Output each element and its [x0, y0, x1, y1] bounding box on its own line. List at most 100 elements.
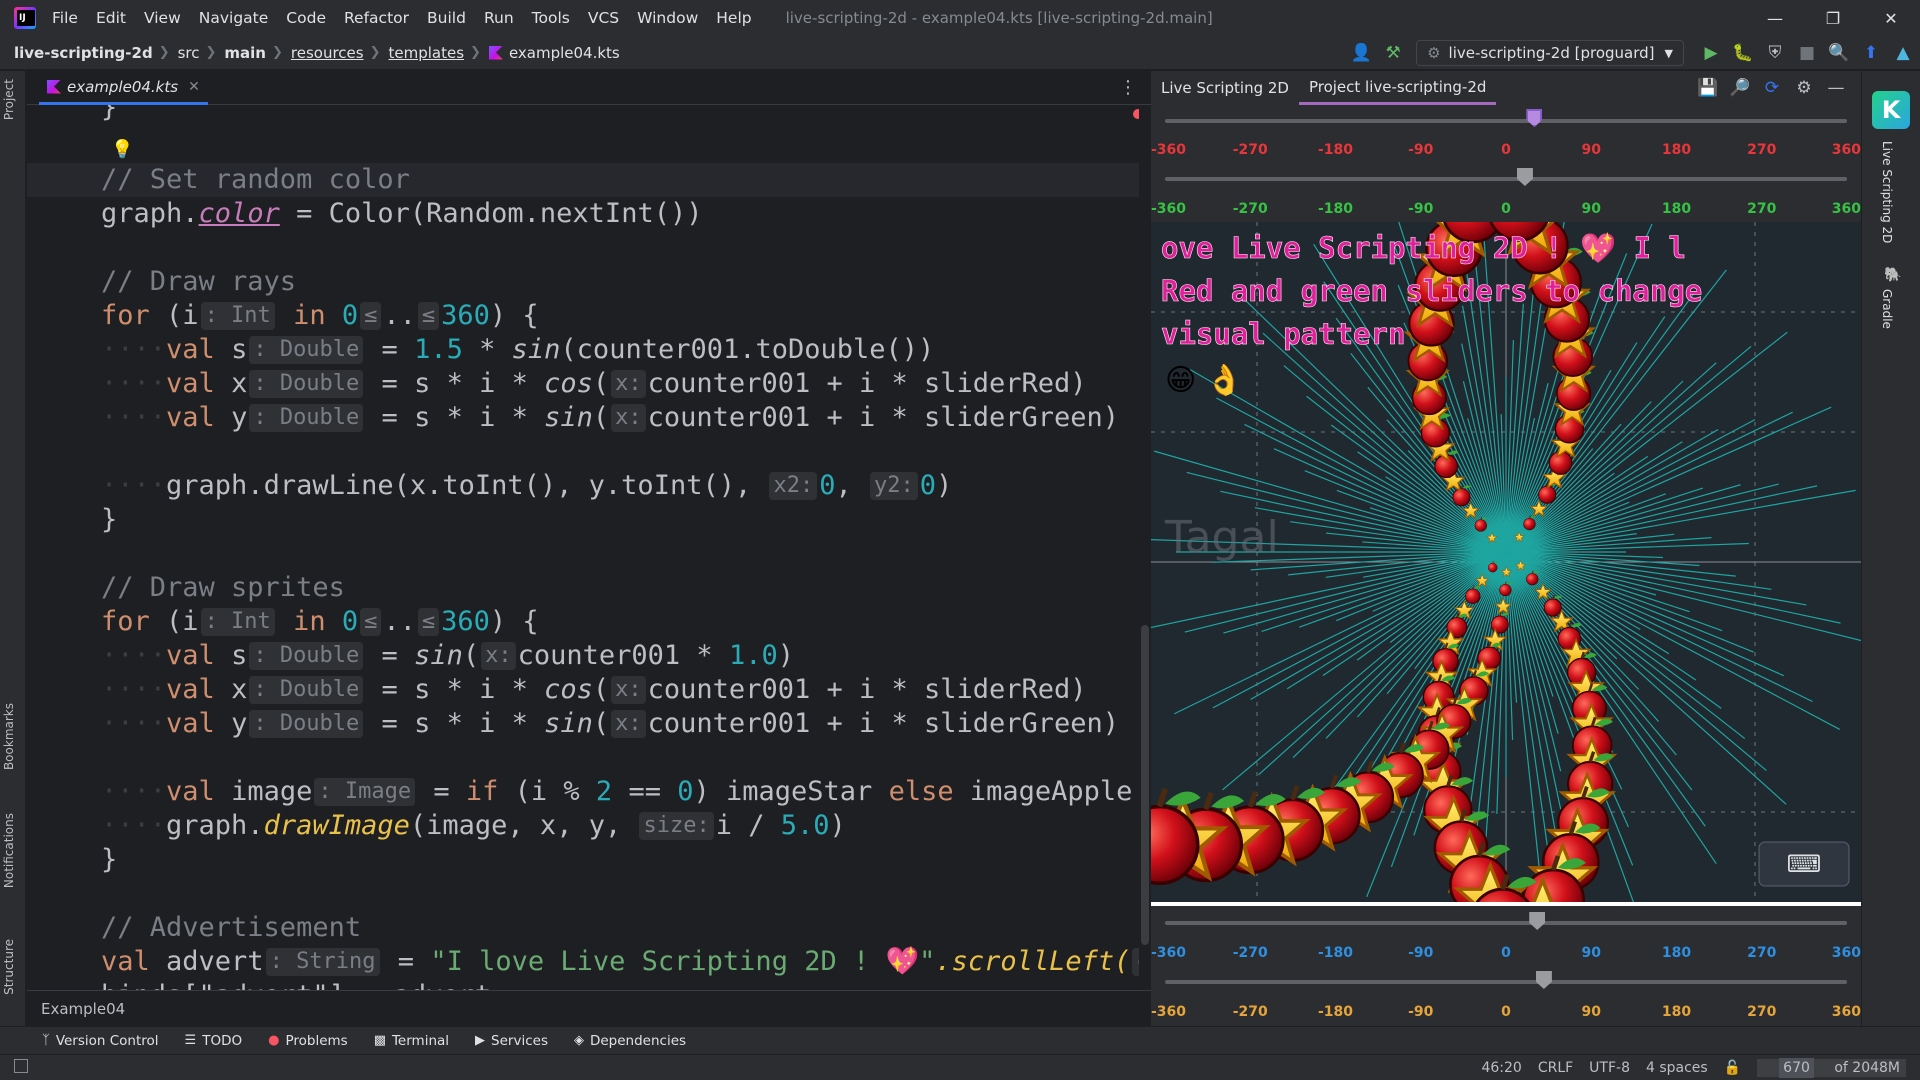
crumb-file[interactable]: example04.kts: [488, 43, 620, 62]
hide-panel-icon[interactable]: —: [1821, 73, 1851, 103]
menu-code[interactable]: Code: [286, 9, 326, 27]
toggle-tool-windows-icon[interactable]: [14, 1059, 28, 1073]
tab-project-live-scripting-2d[interactable]: Project live-scripting-2d: [1298, 71, 1497, 105]
memory-indicator[interactable]: 670 of 2048M: [1757, 1058, 1906, 1078]
run-config-icon: ⚙: [1427, 44, 1441, 62]
debug-icon[interactable]: 🐛: [1728, 38, 1758, 68]
marquee-line-1: ove Live Scripting 2D ! 💖 I l: [1161, 231, 1686, 265]
crumb-src[interactable]: src: [178, 44, 200, 62]
menu-window[interactable]: Window: [637, 9, 698, 27]
slider-bottom-1[interactable]: [1165, 921, 1847, 925]
slider-bottom-2-thumb[interactable]: [1535, 971, 1552, 989]
search-icon[interactable]: 🔍: [1824, 38, 1854, 68]
intellij-logo-icon[interactable]: [14, 7, 36, 29]
close-tab-icon[interactable]: ✕: [188, 79, 200, 95]
menu-help[interactable]: Help: [716, 9, 751, 27]
editor-scrollbar[interactable]: [1139, 105, 1151, 990]
slider-top-1-thumb[interactable]: [1526, 109, 1543, 127]
crumb-resources[interactable]: resources: [291, 44, 364, 62]
build-hammer-icon[interactable]: ⚒: [1378, 38, 1408, 68]
slider-bottom-2[interactable]: [1165, 980, 1847, 984]
menu-navigate[interactable]: Navigate: [199, 9, 269, 27]
scale-tick-label: 90: [1581, 201, 1601, 217]
code-line: ····graph.drawImage(image, x, y, size: i …: [101, 810, 846, 841]
code-line: ····val x: Double = s * i * cos(x: counte…: [101, 674, 1087, 705]
dependencies-button[interactable]: ◈ Dependencies: [574, 1033, 686, 1049]
editor-breadcrumb[interactable]: Example04: [27, 990, 1151, 1026]
lightbulb-icon[interactable]: 💡: [111, 139, 133, 160]
kotlin-script-icon: [488, 45, 503, 60]
slider-top-2-thumb[interactable]: [1516, 168, 1533, 186]
scale-tick-label: -360: [1151, 945, 1187, 961]
restore-icon[interactable]: ❐: [1804, 0, 1862, 36]
live-scripting-tool-button[interactable]: Live Scripting 2D: [1880, 141, 1894, 243]
todo-button[interactable]: ☰ TODO: [185, 1033, 243, 1049]
coverage-icon[interactable]: ⛨: [1760, 38, 1790, 68]
line-separator[interactable]: CRLF: [1538, 1060, 1573, 1076]
lock-icon[interactable]: 🔓: [1724, 1060, 1741, 1076]
render-canvas[interactable]: Tagal ove Live Scripting 2D ! 💖 I l Red …: [1151, 222, 1861, 902]
project-tool-button[interactable]: Project: [2, 79, 16, 120]
tab-live-scripting-2d[interactable]: Live Scripting 2D: [1151, 71, 1299, 105]
close-icon[interactable]: ✕: [1862, 0, 1920, 36]
terminal-label: Terminal: [391, 1032, 450, 1049]
scale-green-top: -360 -270 -180 -90 0 90 180 270 360: [1151, 201, 1861, 221]
menu-edit[interactable]: Edit: [96, 9, 126, 27]
scale-tick-label: 360: [1831, 1004, 1861, 1020]
run-icon[interactable]: ▶: [1696, 38, 1726, 68]
menu-file[interactable]: File: [52, 9, 78, 27]
caret-position[interactable]: 46:20: [1481, 1060, 1521, 1076]
crumb-file-label: example04.kts: [508, 43, 620, 62]
slider-top-1[interactable]: [1165, 119, 1847, 123]
problems-button[interactable]: ● Problems: [268, 1033, 348, 1049]
bookmarks-tool-button[interactable]: Bookmarks: [2, 703, 16, 770]
scale-tick-label: -270: [1232, 201, 1268, 217]
scale-tick-label: -360: [1151, 142, 1187, 158]
slider-top-2[interactable]: [1165, 177, 1847, 181]
minimize-icon[interactable]: —: [1746, 0, 1804, 36]
crumb-main[interactable]: main: [224, 44, 266, 62]
settings-gear-icon[interactable]: ⚙: [1789, 73, 1819, 103]
navigation-bar: live-scripting-2d ❯ src ❯ main ❯ resources ❯…: [0, 36, 1920, 70]
crumb-project[interactable]: live-scripting-2d: [14, 44, 153, 62]
scale-tick-label: 90: [1581, 1004, 1601, 1020]
scale-tick-label: 0: [1501, 945, 1511, 961]
slider-bottom-1-thumb[interactable]: [1529, 912, 1546, 930]
live-scripting-logo-icon[interactable]: K: [1872, 91, 1910, 129]
crumb-templates[interactable]: templates: [389, 44, 465, 62]
menu-tools[interactable]: Tools: [532, 9, 570, 27]
file-encoding[interactable]: UTF-8: [1589, 1060, 1630, 1076]
todo-label: TODO: [202, 1032, 243, 1049]
code-editor[interactable]: 💡 } // Set random color graph.color = Co…: [27, 105, 1151, 990]
ghost-text: Tagal: [1164, 512, 1279, 563]
tab-example04[interactable]: example04.kts ✕: [39, 71, 208, 105]
indent-setting[interactable]: 4 spaces: [1646, 1060, 1708, 1076]
right-tool-strip: K Live Scripting 2D 🐘 Gradle: [1861, 71, 1920, 1026]
run-config-select[interactable]: ⚙ live-scripting-2d [proguard] ▼: [1416, 40, 1684, 66]
scale-tick-label: 0: [1501, 201, 1511, 217]
version-control-button[interactable]: ᛉ Version Control: [42, 1033, 159, 1049]
update-icon[interactable]: ⬆: [1856, 38, 1886, 68]
structure-tool-button[interactable]: Structure: [2, 939, 16, 995]
refresh-icon[interactable]: ⟳: [1757, 73, 1787, 103]
menu-build[interactable]: Build: [427, 9, 466, 27]
more-options-icon[interactable]: ⋮: [1119, 77, 1137, 98]
plugin-icon[interactable]: ▲: [1888, 38, 1918, 68]
services-button[interactable]: ▶ Services: [475, 1033, 548, 1049]
scale-red-top: -360 -270 -180 -90 0 90 180 270 360: [1151, 142, 1861, 162]
terminal-button[interactable]: ▩ Terminal: [374, 1033, 449, 1049]
stop-icon[interactable]: ■: [1792, 38, 1822, 68]
version-control-label: Version Control: [55, 1032, 159, 1049]
notifications-tool-button[interactable]: Notifications: [2, 813, 16, 888]
menu-view[interactable]: View: [144, 9, 181, 27]
user-icon[interactable]: 👤: [1346, 38, 1376, 68]
kotlin-script-icon: [47, 79, 61, 94]
menu-run[interactable]: Run: [484, 9, 514, 27]
gradle-tool-button[interactable]: Gradle: [1880, 289, 1894, 329]
zoom-icon[interactable]: 🔎: [1725, 73, 1755, 103]
menu-refactor[interactable]: Refactor: [344, 9, 409, 27]
menu-vcs[interactable]: VCS: [588, 9, 619, 27]
save-icon[interactable]: 💾: [1693, 73, 1723, 103]
code-line: ····val y: Double = s * i * sin(x: counte…: [101, 402, 1120, 433]
scale-tick-label: -270: [1232, 1004, 1268, 1020]
